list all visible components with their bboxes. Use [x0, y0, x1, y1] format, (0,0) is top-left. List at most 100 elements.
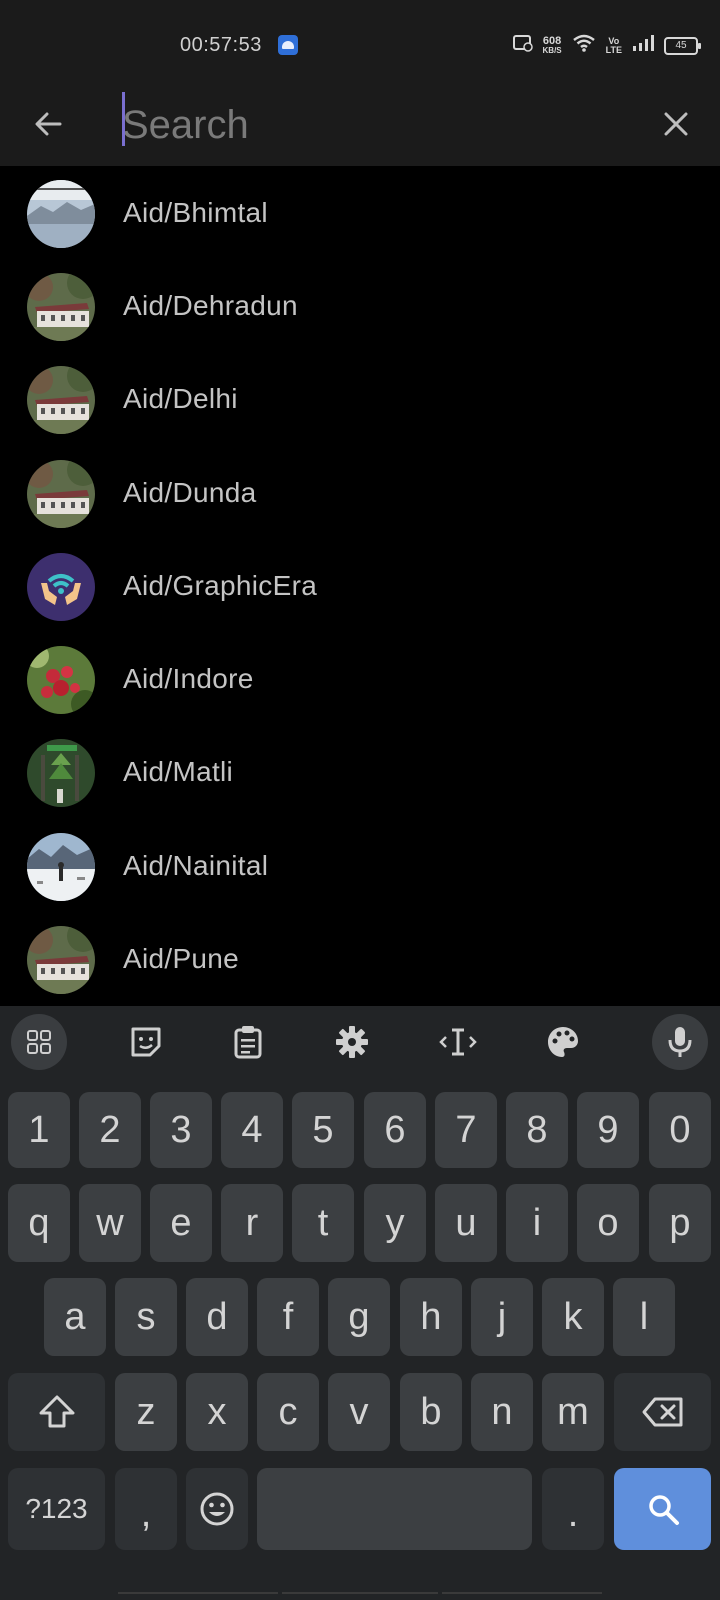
search-input[interactable] — [122, 100, 642, 150]
key-9[interactable]: 9 — [577, 1092, 639, 1168]
key-u[interactable]: u — [435, 1184, 497, 1262]
status-icons: 608 KB/S Vo LTE 45 — [512, 34, 701, 57]
clipboard-button[interactable] — [220, 1014, 276, 1070]
key-e[interactable]: e — [150, 1184, 212, 1262]
key-0[interactable]: 0 — [649, 1092, 711, 1168]
avatar — [27, 646, 95, 714]
building-hill-photo — [27, 273, 95, 341]
key-5[interactable]: 5 — [292, 1092, 354, 1168]
key-r[interactable]: r — [221, 1184, 283, 1262]
avatar — [27, 926, 95, 994]
result-label: Aid/Bhimtal — [123, 197, 268, 228]
text-cursor-icon — [439, 1028, 477, 1056]
avatar — [27, 553, 95, 621]
palette-icon — [548, 1027, 578, 1057]
list-item[interactable]: Aid/Matli — [0, 725, 720, 819]
avatar — [27, 460, 95, 528]
key-g[interactable]: g — [328, 1278, 390, 1356]
apps-grid-icon — [27, 1030, 51, 1054]
key-f[interactable]: f — [257, 1278, 319, 1356]
key-v[interactable]: v — [328, 1373, 390, 1451]
apps-grid-button[interactable] — [11, 1014, 67, 1070]
key-o[interactable]: o — [577, 1184, 639, 1262]
result-label: Aid/Dehradun — [123, 290, 298, 321]
screenshot-icon — [512, 34, 533, 57]
key-8[interactable]: 8 — [506, 1092, 568, 1168]
key-2[interactable]: 2 — [79, 1092, 141, 1168]
list-item[interactable]: Aid/Dunda — [0, 446, 720, 540]
key-7[interactable]: 7 — [435, 1092, 497, 1168]
symbols-key[interactable]: ?123 — [8, 1468, 105, 1550]
key-j[interactable]: j — [471, 1278, 533, 1356]
list-item[interactable]: Aid/Pune — [0, 912, 720, 1006]
key-q[interactable]: q — [8, 1184, 70, 1262]
key-4[interactable]: 4 — [221, 1092, 283, 1168]
key-c[interactable]: c — [257, 1373, 319, 1451]
status-bar: 00:57:53 608 KB/S Vo LTE 45 — [0, 0, 720, 88]
key-6[interactable]: 6 — [364, 1092, 426, 1168]
result-label: Aid/Delhi — [123, 383, 238, 414]
settings-button[interactable] — [324, 1014, 380, 1070]
result-label: Aid/GraphicEra — [123, 570, 318, 601]
result-label: Aid/Nainital — [123, 850, 269, 881]
search-icon — [648, 1495, 679, 1525]
clipboard-icon — [234, 1026, 262, 1059]
avatar — [27, 180, 95, 248]
key-b[interactable]: b — [400, 1373, 462, 1451]
keyboard: 1 2 3 4 5 6 7 8 9 0 q w e r t y u i o p … — [0, 1006, 720, 1600]
list-item[interactable]: Aid/Dehradun — [0, 259, 720, 353]
back-arrow-icon — [35, 112, 62, 136]
key-k[interactable]: k — [542, 1278, 604, 1356]
key-1[interactable]: 1 — [8, 1092, 70, 1168]
backspace-key[interactable] — [614, 1373, 711, 1451]
list-item[interactable]: Aid/Delhi — [0, 352, 720, 446]
sticker-button[interactable] — [118, 1014, 174, 1070]
sticker-icon — [131, 1027, 161, 1057]
space-key[interactable] — [257, 1468, 532, 1550]
wifi-icon — [572, 34, 596, 57]
key-i[interactable]: i — [506, 1184, 568, 1262]
comma-key[interactable]: , — [115, 1468, 177, 1550]
voice-input-button[interactable] — [652, 1014, 708, 1070]
clear-button[interactable] — [656, 104, 696, 144]
key-p[interactable]: p — [649, 1184, 711, 1262]
battery-icon: 45 — [664, 36, 701, 55]
avatar — [27, 833, 95, 901]
key-w[interactable]: w — [79, 1184, 141, 1262]
building-hill-photo — [27, 460, 95, 528]
list-item[interactable]: Aid/Indore — [0, 632, 720, 726]
key-y[interactable]: y — [364, 1184, 426, 1262]
shift-key[interactable] — [8, 1373, 105, 1451]
mountain-lake-photo — [27, 180, 95, 248]
microphone-icon — [668, 1027, 692, 1057]
key-3[interactable]: 3 — [150, 1092, 212, 1168]
backspace-icon — [642, 1397, 682, 1427]
result-label: Aid/Dunda — [123, 477, 257, 508]
key-s[interactable]: s — [115, 1278, 177, 1356]
list-item[interactable]: Aid/Bhimtal — [0, 166, 720, 260]
volte-icon: Vo LTE — [606, 36, 622, 55]
period-key[interactable]: . — [542, 1468, 604, 1550]
list-item[interactable]: Aid/GraphicEra — [0, 539, 720, 633]
back-button[interactable] — [28, 104, 68, 144]
key-z[interactable]: z — [115, 1373, 177, 1451]
key-a[interactable]: a — [44, 1278, 106, 1356]
building-hill-photo — [27, 366, 95, 434]
text-cursor-button[interactable] — [430, 1014, 486, 1070]
key-h[interactable]: h — [400, 1278, 462, 1356]
avatar — [27, 366, 95, 434]
theme-button[interactable] — [535, 1014, 591, 1070]
key-m[interactable]: m — [542, 1373, 604, 1451]
key-d[interactable]: d — [186, 1278, 248, 1356]
search-key[interactable] — [614, 1468, 711, 1550]
list-item[interactable]: Aid/Nainital — [0, 819, 720, 913]
avatar — [27, 739, 95, 807]
net-speed-unit: KB/S — [542, 45, 562, 55]
snow-landscape-photo — [27, 833, 95, 901]
key-t[interactable]: t — [292, 1184, 354, 1262]
key-l[interactable]: l — [613, 1278, 675, 1356]
emoji-key[interactable] — [186, 1468, 248, 1550]
keyboard-toolbar — [0, 1006, 720, 1080]
key-x[interactable]: x — [186, 1373, 248, 1451]
key-n[interactable]: n — [471, 1373, 533, 1451]
